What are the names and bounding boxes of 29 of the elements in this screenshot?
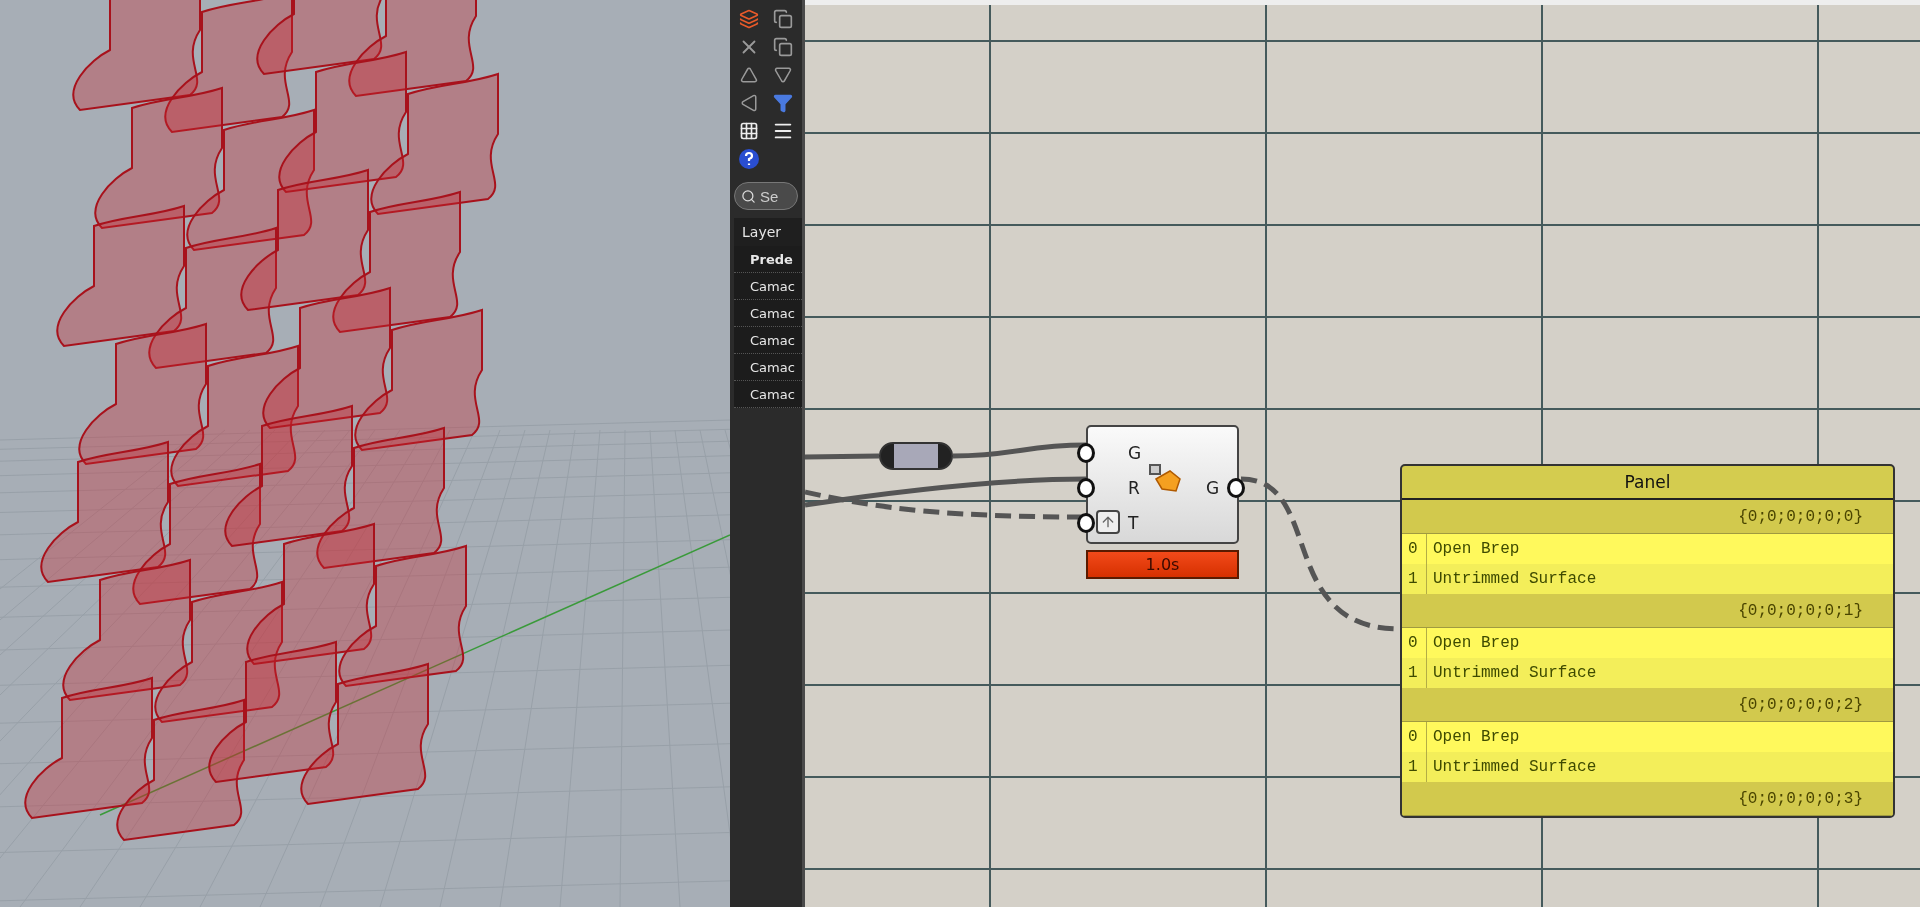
column-header: Layer [734,218,802,246]
item-index: 0 [1407,728,1419,746]
item-index: 0 [1407,634,1419,652]
layer-row[interactable]: Prede [734,246,802,273]
layer-row[interactable]: Camac [734,381,802,408]
input-label: T [1128,513,1139,533]
input-label: G [1128,443,1142,463]
relay-node[interactable] [879,442,953,470]
arrow-up-icon [1096,510,1120,534]
item-index: 0 [1407,540,1419,558]
layer-row[interactable]: Camac [734,354,802,381]
text-panel[interactable]: Panel {0;0;0;0;0;0} 0 Open Brep 1 Untrimmed Surface {0;0;0;0;0;1} 0 Open Brep 1 Untrimmed Surface {0;0;0;0;0;2} 0 Open Brep 1 Untrimmed Surface {0;0;0;0;0;3} [1400,464,1895,818]
node-canvas[interactable]: G R T G 1.0s Panel {0;0;0;0;0;0} 0 Open Brep 1 Untrimmed Surface {0;0;0;0;0;1} 0 Open Brep 1 Untrimmed Surface {0;0;0;0;0;2} 0 Open Brep 1 Untrimmed Surface {0;0;0;0;0;3} [805,0,1920,907]
component-node[interactable]: G R T G [1086,425,1239,544]
help-icon[interactable] [736,146,762,172]
3d-viewport[interactable] [0,0,730,907]
input-label: R [1128,478,1140,498]
search-field[interactable]: Se [734,182,798,210]
search-icon [741,189,756,204]
item-index: 1 [1407,758,1419,776]
input-grip[interactable] [1077,513,1095,533]
layer-row[interactable]: Camac [734,327,802,354]
timing-label: 1.0s [1086,550,1239,579]
item-index: 1 [1407,664,1419,682]
layer-row[interactable]: Camac [734,300,802,327]
layer-row[interactable]: Camac [734,273,802,300]
component-icon [1148,463,1182,493]
item-index: 1 [1407,570,1419,588]
output-label: G [1206,478,1220,498]
